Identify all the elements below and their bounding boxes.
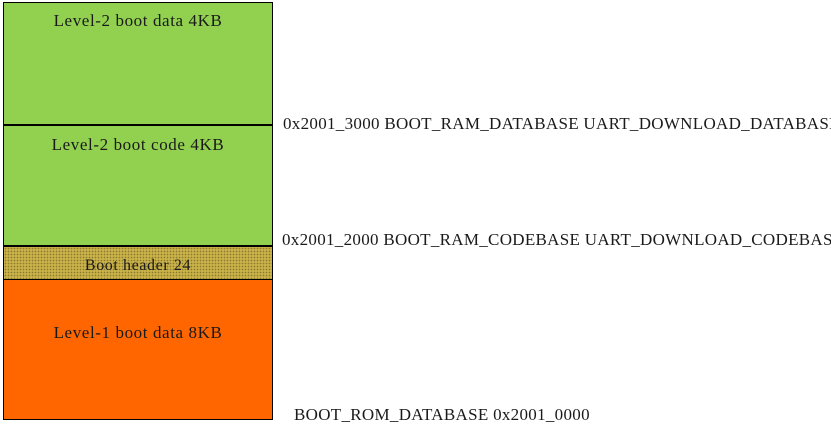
level2-boot-code-block: Level-2 boot code 4KB <box>3 124 273 246</box>
level1-boot-data-label: Level-1 boot data 8KB <box>53 323 223 342</box>
memory-map: Level-2 boot data 4KB Level-2 boot code … <box>3 2 274 420</box>
boot-header-block: Boot header 24 <box>3 245 273 280</box>
address-label-0x20012000: 0x2001_2000 BOOT_RAM_CODEBASE UART_DOWNL… <box>282 230 831 249</box>
level1-boot-data-block: Level-1 boot data 8KB <box>3 279 273 420</box>
level2-boot-code-label: Level-2 boot code 4KB <box>51 135 225 154</box>
level2-boot-data-block: Level-2 boot data 4KB <box>3 2 273 125</box>
boot-header-label: Boot header 24 <box>84 257 192 274</box>
address-label-0x20013000: 0x2001_3000 BOOT_RAM_DATABASE UART_DOWNL… <box>283 114 831 133</box>
address-label-0x20010000: BOOT_ROM_DATABASE 0x2001_0000 <box>294 405 590 424</box>
level2-boot-data-label: Level-2 boot data 4KB <box>53 11 223 30</box>
